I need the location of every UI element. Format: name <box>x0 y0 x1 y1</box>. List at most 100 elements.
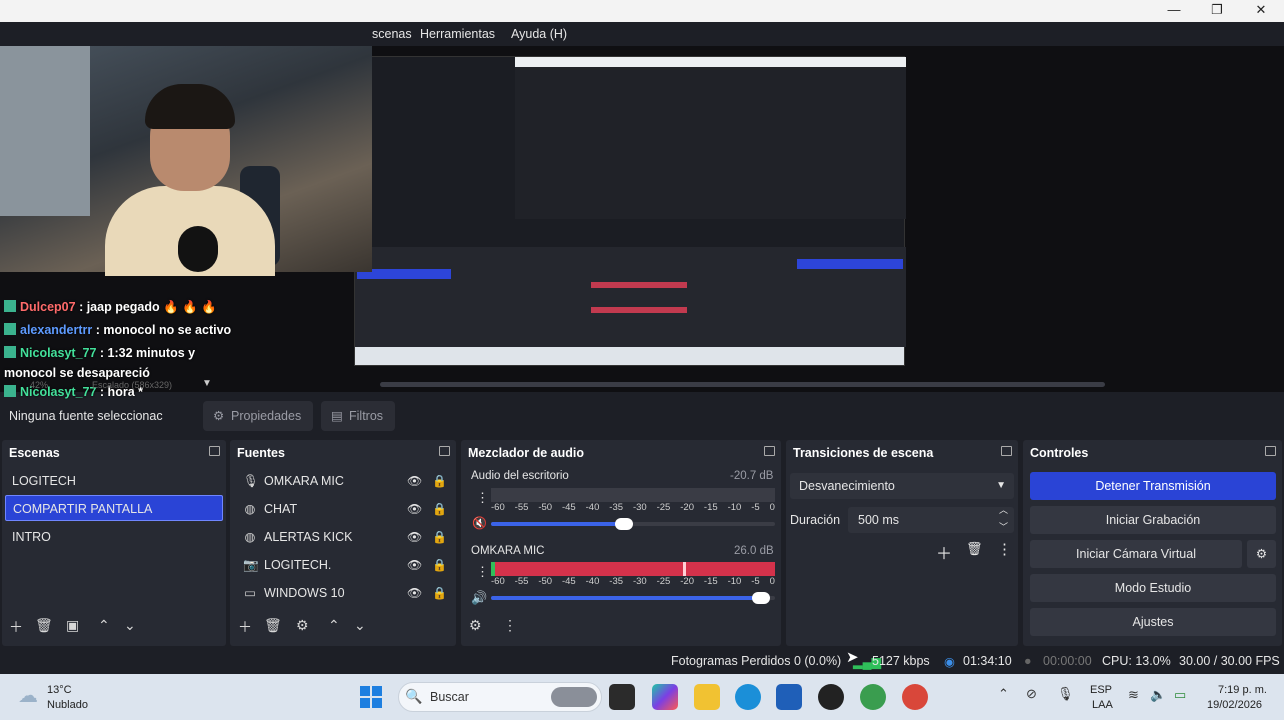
weather-desc[interactable]: Nublado <box>47 699 88 711</box>
gear-icon[interactable]: ⚙ <box>296 617 309 634</box>
filters-button[interactable]: ▤ Filtros <box>321 401 395 431</box>
eye-icon[interactable]: 👁 <box>407 524 422 550</box>
speaker-icon[interactable]: 🔊 <box>471 590 487 606</box>
menu-tools[interactable]: Herramientas <box>420 27 495 41</box>
trash-icon[interactable]: 🗑 <box>35 617 53 634</box>
kebab-menu-icon[interactable]: ⋮ <box>476 490 489 506</box>
channel-db-desktop: -20.7 dB <box>730 470 774 482</box>
preview-canvas[interactable]: Dulcep07 : jaap pegado 🔥 🔥 🔥 alexandertr… <box>0 46 1284 399</box>
file-explorer-icon[interactable] <box>694 684 720 710</box>
arrow-down-icon[interactable]: ⌄ <box>354 617 366 634</box>
lock-icon[interactable]: 🔒 <box>432 468 447 494</box>
taskbar-search[interactable]: 🔍 Buscar <box>398 682 602 712</box>
obs-app-icon[interactable] <box>818 684 844 710</box>
no-source-label: Ninguna fuente seleccionac <box>9 409 163 423</box>
add-icon[interactable]: ＋ <box>9 617 23 637</box>
chrome-browser-icon[interactable] <box>860 684 886 710</box>
transition-select[interactable]: Desvanecimiento ▼ <box>790 473 1014 499</box>
language-bottom[interactable]: LAA <box>1092 699 1113 711</box>
source-item[interactable]: ◍ ALERTAS KICK 👁 🔒 <box>233 524 453 550</box>
gear-icon: ⚙ <box>213 409 225 423</box>
arrow-down-icon[interactable]: ⌄ <box>124 617 136 634</box>
copilot-app-icon[interactable] <box>652 684 678 710</box>
properties-button[interactable]: ⚙ Propiedades <box>203 401 313 431</box>
lock-icon[interactable]: 🔒 <box>432 524 447 550</box>
weather-temp[interactable]: 13°C <box>47 684 72 696</box>
wifi-icon[interactable]: ≋ <box>1128 687 1139 703</box>
scale-dropdown-icon[interactable]: ▼ <box>202 378 212 389</box>
hidden-icon[interactable]: ⊘ <box>1026 686 1037 702</box>
volume-slider-desktop[interactable] <box>491 518 775 530</box>
trash-icon[interactable]: 🗑 <box>966 541 983 557</box>
source-item[interactable]: 📷 LOGITECH. 👁 🔒 <box>233 552 453 578</box>
tick: -10 <box>727 502 742 513</box>
eye-icon[interactable]: 👁 <box>407 468 422 494</box>
muted-speaker-icon[interactable]: 🔇 <box>472 516 487 530</box>
minimize-button[interactable]: — <box>1152 0 1196 22</box>
studio-mode-button[interactable]: Modo Estudio <box>1030 574 1276 602</box>
eye-icon[interactable]: 👁 <box>407 580 422 606</box>
chrome-browser-icon[interactable] <box>902 684 928 710</box>
language-top[interactable]: ESP <box>1090 684 1112 696</box>
store-app-icon[interactable] <box>776 684 802 710</box>
close-button[interactable]: ✕ <box>1239 0 1283 22</box>
window-titlebar: — ❐ ✕ <box>0 0 1284 22</box>
kebab-menu-icon[interactable]: ⋮ <box>503 617 517 634</box>
source-item[interactable]: ◍ CHAT 👁 🔒 <box>233 496 453 522</box>
windows-start-icon[interactable] <box>360 686 382 708</box>
channel-name-mic: OMKARA MIC <box>471 545 545 557</box>
scene-item-intro[interactable]: INTRO <box>5 524 223 550</box>
spin-arrows-icon[interactable]: ︿ ﹀ <box>999 502 1008 536</box>
trash-icon[interactable]: 🗑 <box>264 617 282 634</box>
edge-browser-icon[interactable] <box>735 684 761 710</box>
source-item[interactable]: 🎙 OMKARA MIC 👁 🔒 <box>233 468 453 494</box>
volume-knob[interactable] <box>615 518 634 530</box>
add-icon[interactable]: ＋ <box>936 540 952 564</box>
undock-icon[interactable] <box>209 446 220 456</box>
duration-label: Duración <box>790 513 841 527</box>
menu-scenes[interactable]: scenas <box>372 27 412 41</box>
scene-item-compartir-pantalla[interactable]: COMPARTIR PANTALLA <box>5 495 223 521</box>
scale-label: Escalado (586x329) <box>92 380 173 390</box>
volume-slider-mic[interactable] <box>491 592 775 604</box>
filter-icon[interactable]: ▣ <box>66 617 79 634</box>
lock-icon[interactable]: 🔒 <box>432 496 447 522</box>
stream-time: 01:34:10 <box>963 654 1012 668</box>
scene-item-logitech[interactable]: LOGITECH <box>5 468 223 494</box>
kebab-menu-icon[interactable]: ⋮ <box>997 540 1012 558</box>
eye-icon[interactable]: 👁 <box>407 552 422 578</box>
webcam-microphone <box>178 226 218 272</box>
arrow-up-icon[interactable]: ⌃ <box>98 617 110 634</box>
gear-icon[interactable]: ⚙ <box>469 617 482 634</box>
undock-icon[interactable] <box>439 446 450 456</box>
stop-streaming-button[interactable]: Detener Transmisión <box>1030 472 1276 500</box>
terminal-app-icon[interactable] <box>609 684 635 710</box>
undock-icon[interactable] <box>1001 446 1012 456</box>
undock-icon[interactable] <box>764 446 775 456</box>
battery-icon[interactable]: ▭ <box>1174 687 1186 703</box>
duration-spinbox[interactable]: 500 ms ︿ ﹀ <box>848 505 1014 533</box>
kebab-menu-icon[interactable]: ⋮ <box>476 564 489 580</box>
meter-desktop <box>491 488 775 502</box>
eye-icon[interactable]: 👁 <box>407 496 422 522</box>
microphone-icon[interactable]: 🎙 <box>1057 686 1074 702</box>
volume-icon[interactable]: 🔈 <box>1150 687 1166 703</box>
arrow-up-icon[interactable]: ⌃ <box>328 617 340 634</box>
volume-knob[interactable] <box>751 592 770 604</box>
source-item[interactable]: ▭ WINDOWS 10 👁 🔒 <box>233 580 453 606</box>
chevron-up-icon[interactable]: ⌃ <box>998 686 1009 702</box>
virtual-camera-settings-button[interactable]: ⚙ <box>1247 540 1276 568</box>
chat-message: Nicolasyt_77 : 1:32 minutos y <box>0 342 372 365</box>
lock-icon[interactable]: 🔒 <box>432 580 447 606</box>
add-icon[interactable]: ＋ <box>238 617 252 637</box>
maximize-button[interactable]: ❐ <box>1195 0 1239 22</box>
start-virtual-camera-button[interactable]: Iniciar Cámara Virtual <box>1030 540 1242 568</box>
undock-icon[interactable] <box>1265 446 1276 456</box>
clock-date[interactable]: 19/02/2026 <box>1207 699 1262 711</box>
lock-icon[interactable]: 🔒 <box>432 552 447 578</box>
start-recording-button[interactable]: Iniciar Grabación <box>1030 506 1276 534</box>
settings-button[interactable]: Ajustes <box>1030 608 1276 636</box>
menu-help[interactable]: Ayuda (H) <box>511 27 567 41</box>
clock-time[interactable]: 7:19 p. m. <box>1218 684 1267 696</box>
preview-scrollbar[interactable] <box>380 382 1105 387</box>
